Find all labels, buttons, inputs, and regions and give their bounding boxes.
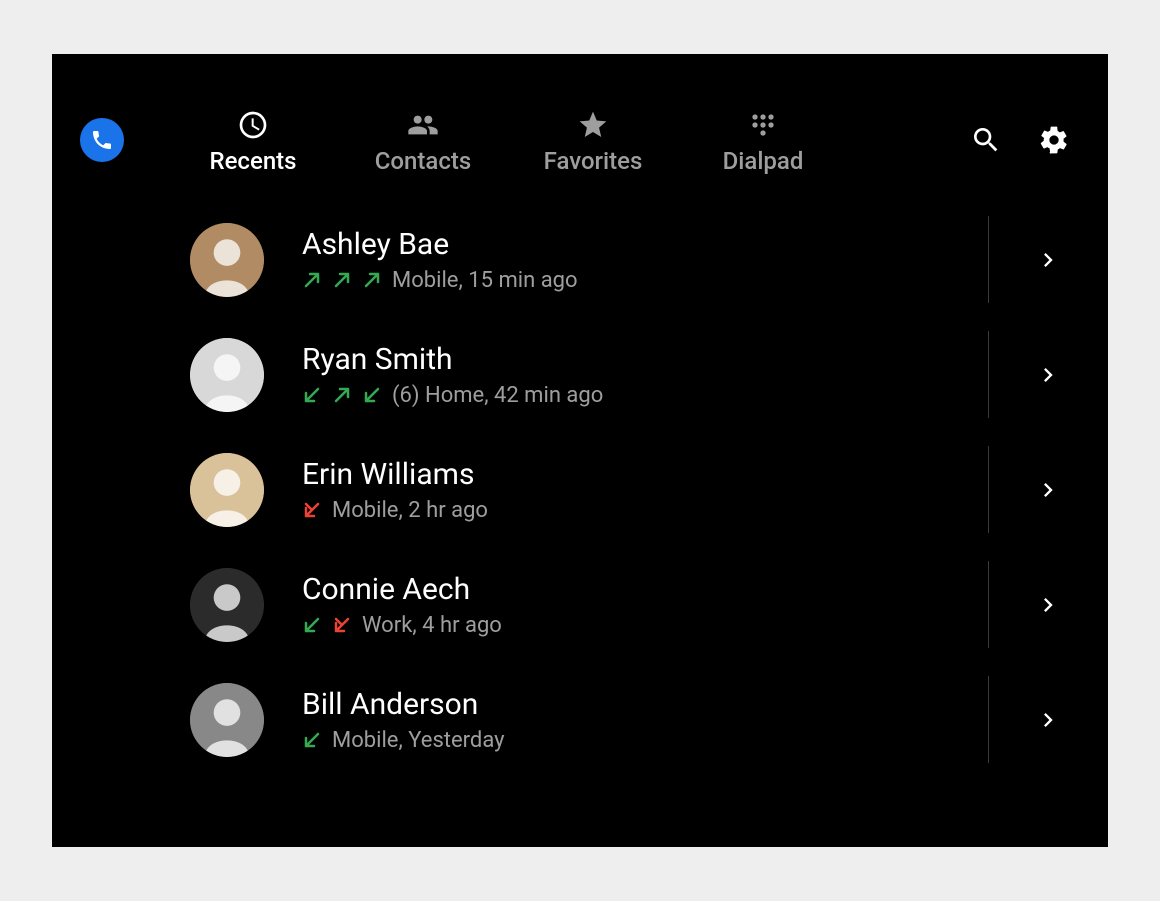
call-direction-icons [302, 500, 322, 520]
tab-label: Contacts [375, 147, 471, 175]
call-meta: Mobile, Yesterday [332, 728, 505, 753]
missed-call-icon [302, 500, 322, 520]
tab-label: Recents [209, 147, 296, 175]
contact-name: Connie Aech [302, 572, 988, 607]
search-button[interactable] [968, 122, 1004, 158]
tab-favorites[interactable]: Favorites [508, 105, 678, 175]
detail-button[interactable] [988, 547, 1108, 662]
call-log-row[interactable]: Bill Anderson Mobile, Yesterday [190, 662, 1108, 777]
app-icon-phone[interactable] [80, 118, 124, 162]
missed-call-icon [332, 615, 352, 635]
incoming-call-icon [302, 730, 322, 750]
contact-name: Ashley Bae [302, 227, 988, 262]
call-direction-icons [302, 385, 382, 405]
avatar [190, 453, 264, 527]
call-info: Ashley Bae Mobile, 15 min ago [302, 227, 988, 293]
contact-name: Erin Williams [302, 457, 988, 492]
tabs: Recents Contacts Favorites Dialpad [168, 105, 848, 175]
tab-recents[interactable]: Recents [168, 105, 338, 175]
call-direction-icons [302, 615, 352, 635]
call-subline: Mobile, 15 min ago [302, 268, 988, 293]
contact-name: Bill Anderson [302, 687, 988, 722]
people-icon [407, 109, 439, 141]
call-info: Ryan Smith (6) Home, 42 min ago [302, 342, 988, 408]
avatar [190, 223, 264, 297]
avatar [190, 568, 264, 642]
star-icon [577, 109, 609, 141]
phone-icon [90, 128, 114, 152]
tab-contacts[interactable]: Contacts [338, 105, 508, 175]
avatar [190, 683, 264, 757]
tab-dialpad[interactable]: Dialpad [678, 105, 848, 175]
outgoing-call-icon [332, 385, 352, 405]
header-actions [968, 122, 1072, 158]
avatar-image [190, 453, 264, 527]
tab-label: Favorites [544, 147, 643, 175]
detail-button[interactable] [988, 202, 1108, 317]
call-subline: Mobile, Yesterday [302, 728, 988, 753]
call-direction-icons [302, 270, 382, 290]
call-meta: Mobile, 15 min ago [392, 268, 578, 293]
recents-list: Ashley Bae Mobile, 15 min ago Ryan Smith… [52, 202, 1108, 777]
gear-icon [1038, 124, 1070, 156]
chevron-right-icon [1034, 706, 1062, 734]
incoming-call-icon [362, 385, 382, 405]
call-info: Erin Williams Mobile, 2 hr ago [302, 457, 988, 523]
search-icon [970, 124, 1002, 156]
outgoing-call-icon [302, 270, 322, 290]
detail-button[interactable] [988, 432, 1108, 547]
outgoing-call-icon [332, 270, 352, 290]
call-meta: Work, 4 hr ago [362, 613, 502, 638]
avatar-image [190, 568, 264, 642]
incoming-call-icon [302, 615, 322, 635]
call-subline: (6) Home, 42 min ago [302, 383, 988, 408]
call-subline: Work, 4 hr ago [302, 613, 988, 638]
call-meta: (6) Home, 42 min ago [392, 383, 603, 408]
call-direction-icons [302, 730, 322, 750]
chevron-right-icon [1034, 361, 1062, 389]
detail-button[interactable] [988, 662, 1108, 777]
contact-name: Ryan Smith [302, 342, 988, 377]
avatar-image [190, 338, 264, 412]
call-meta: Mobile, 2 hr ago [332, 498, 488, 523]
call-log-row[interactable]: Connie Aech Work, 4 hr ago [190, 547, 1108, 662]
call-subline: Mobile, 2 hr ago [302, 498, 988, 523]
call-info: Bill Anderson Mobile, Yesterday [302, 687, 988, 753]
call-log-row[interactable]: Ashley Bae Mobile, 15 min ago [190, 202, 1108, 317]
avatar-image [190, 223, 264, 297]
avatar-image [190, 683, 264, 757]
clock-icon [237, 109, 269, 141]
dialpad-icon [747, 109, 779, 141]
detail-button[interactable] [988, 317, 1108, 432]
phone-app-window: Recents Contacts Favorites Dialpad [52, 54, 1108, 847]
call-log-row[interactable]: Erin Williams Mobile, 2 hr ago [190, 432, 1108, 547]
tab-label: Dialpad [723, 147, 804, 175]
chevron-right-icon [1034, 476, 1062, 504]
header: Recents Contacts Favorites Dialpad [52, 54, 1108, 202]
outgoing-call-icon [362, 270, 382, 290]
chevron-right-icon [1034, 246, 1062, 274]
chevron-right-icon [1034, 591, 1062, 619]
call-info: Connie Aech Work, 4 hr ago [302, 572, 988, 638]
incoming-call-icon [302, 385, 322, 405]
avatar [190, 338, 264, 412]
call-log-row[interactable]: Ryan Smith (6) Home, 42 min ago [190, 317, 1108, 432]
settings-button[interactable] [1036, 122, 1072, 158]
